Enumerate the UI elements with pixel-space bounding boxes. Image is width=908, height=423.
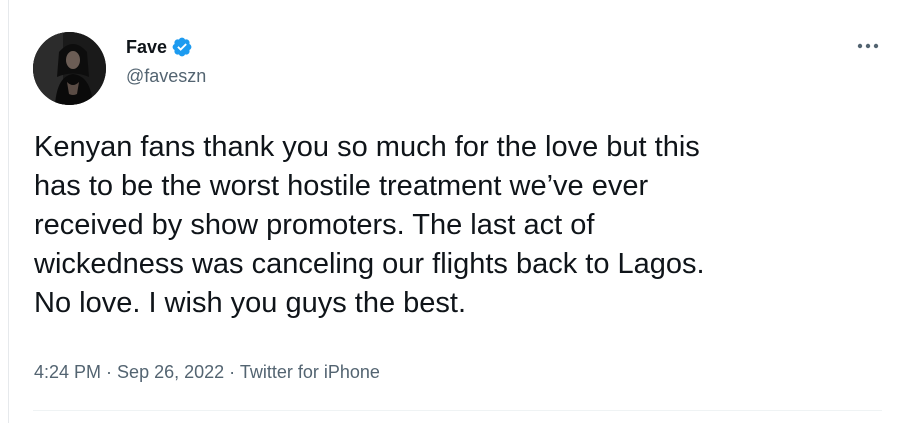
tweet-date[interactable]: Sep 26, 2022 [117,362,224,382]
avatar[interactable] [33,32,106,105]
avatar-image [33,32,106,105]
author-name-row: Fave [126,36,193,58]
divider [33,410,882,411]
meta-separator: · [101,362,118,382]
meta-separator: · [224,362,240,382]
tweet-source[interactable]: Twitter for iPhone [240,362,380,382]
tweet-time[interactable]: 4:24 PM [34,362,101,382]
tweet-card: Fave @faveszn Kenyan fans thank you so m… [8,0,908,423]
tweet-text: Kenyan fans thank you so much for the lo… [34,131,705,319]
tweet-meta: 4:24 PM · Sep 26, 2022 · Twitter for iPh… [34,362,380,383]
author-handle[interactable]: @faveszn [126,66,206,87]
more-options-button[interactable] [854,36,882,56]
verified-badge-icon [171,36,193,58]
author-name[interactable]: Fave [126,37,167,58]
more-options-icon [857,43,879,49]
